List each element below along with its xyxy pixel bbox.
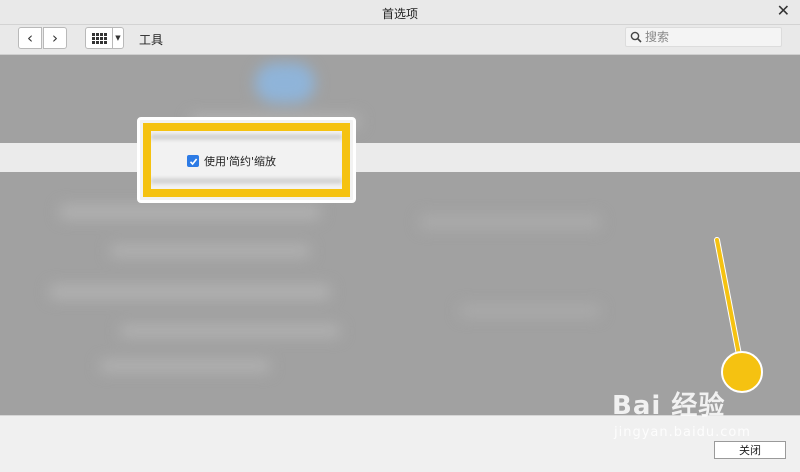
close-button[interactable]: 关闭 [714,441,786,459]
search-icon [630,31,642,43]
blurred-background [0,55,800,415]
toolbar: ‹ › ▼ 工具 [0,25,800,55]
chevron-right-icon: › [52,29,58,47]
simple-zoom-checkbox[interactable] [187,155,199,167]
settings-content: 使用'简约'缩放 [0,55,800,415]
search-box[interactable] [625,27,782,47]
footer-bar: 关闭 [0,415,800,472]
window-title: 首选项 [381,7,418,21]
close-icon[interactable]: ✕ [777,2,790,20]
chevron-left-icon: ‹ [27,29,33,47]
forward-button[interactable]: › [43,27,67,49]
show-all-button[interactable] [85,27,113,49]
checkmark-icon [189,158,197,165]
grid-icon [91,32,107,44]
caret-down-icon: ▼ [115,34,121,42]
title-bar: 首选项 ✕ [0,0,800,25]
highlighted-row-band [0,143,800,172]
simple-zoom-option[interactable]: 使用'简约'缩放 [187,153,276,169]
section-title: 工具 [139,33,164,47]
search-input[interactable] [645,28,775,46]
back-button[interactable]: ‹ [18,27,42,49]
simple-zoom-label: 使用'简约'缩放 [204,155,277,168]
annotation-highlight-box: 使用'简约'缩放 [137,117,356,203]
show-all-dropdown[interactable]: ▼ [113,27,124,49]
